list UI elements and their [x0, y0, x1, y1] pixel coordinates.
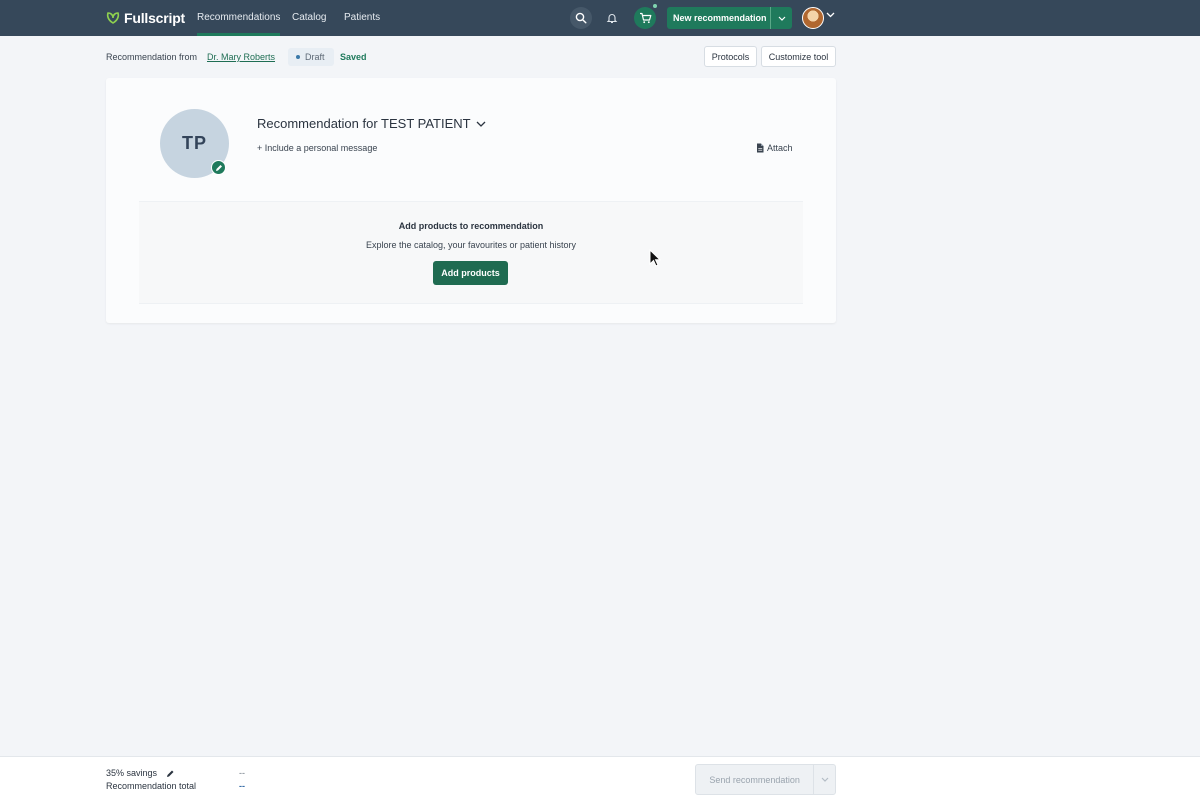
recommendation-card: TP Recommendation for TEST PATIENT + Inc…	[106, 78, 836, 323]
status-text: Draft	[305, 52, 325, 62]
logo[interactable]: Fullscript	[106, 0, 185, 36]
recommendation-total-label: Recommendation total	[106, 781, 197, 791]
recommendation-from-label: Recommendation from	[106, 52, 198, 62]
search-button[interactable]	[570, 7, 592, 29]
practitioner-link[interactable]: Dr. Mary Roberts	[207, 52, 275, 62]
leaf-logo-icon	[106, 12, 120, 24]
cart-icon	[639, 12, 651, 24]
customize-tool-button[interactable]: Customize tool	[761, 46, 836, 67]
send-options-dropdown[interactable]	[813, 765, 835, 794]
nav-recommendations[interactable]: Recommendations	[197, 0, 281, 36]
savings-label: 35% savings	[106, 768, 158, 778]
add-products-button[interactable]: Add products	[433, 261, 508, 285]
search-icon	[575, 12, 587, 24]
recommendation-title-text: Recommendation for TEST PATIENT	[257, 116, 471, 131]
chevron-down-icon	[476, 121, 486, 127]
save-state: Saved	[340, 52, 367, 62]
edit-patient-button[interactable]	[211, 160, 226, 175]
nav-catalog[interactable]: Catalog	[292, 0, 326, 36]
protocols-button[interactable]: Protocols	[704, 46, 757, 67]
pencil-icon[interactable]	[166, 769, 175, 778]
cart-button[interactable]	[634, 7, 656, 29]
document-icon	[757, 143, 764, 153]
bell-icon	[606, 14, 618, 24]
add-products-subtitle: Explore the catalog, your favourites or …	[365, 240, 577, 250]
nav-patients[interactable]: Patients	[344, 0, 380, 36]
send-recommendation-label: Send recommendation	[709, 774, 800, 785]
savings-value: --	[239, 768, 245, 778]
savings-row: 35% savings	[106, 768, 175, 778]
new-recommendation-dropdown[interactable]	[770, 7, 792, 29]
brand-name: Fullscript	[124, 10, 186, 26]
include-personal-message-link[interactable]: + Include a personal message	[257, 143, 377, 153]
add-products-title: Add products to recommendation	[398, 221, 544, 231]
cart-badge	[653, 4, 657, 8]
recommendation-subheader: Recommendation from Dr. Mary Roberts Dra…	[106, 45, 836, 69]
chevron-down-icon[interactable]	[826, 12, 835, 18]
patient-initials: TP	[181, 133, 207, 153]
top-navigation: Fullscript Recommendations Catalog Patie…	[0, 0, 1200, 36]
chevron-down-icon	[821, 777, 829, 782]
new-recommendation-label: New recommendation	[673, 13, 767, 23]
send-recommendation-button[interactable]: Send recommendation	[695, 764, 836, 795]
chevron-down-icon	[778, 16, 785, 21]
user-avatar[interactable]	[802, 7, 824, 29]
attach-button[interactable]: Attach	[756, 143, 793, 153]
pencil-icon	[215, 164, 222, 171]
add-products-panel: Add products to recommendation Explore t…	[139, 201, 803, 304]
status-badge: Draft	[288, 48, 334, 66]
new-recommendation-button[interactable]: New recommendation	[667, 7, 792, 29]
mouse-cursor-icon	[649, 249, 661, 267]
status-dot-icon	[296, 55, 300, 59]
attach-label: Attach	[767, 143, 793, 153]
recommendation-total-value: --	[239, 781, 245, 791]
notifications-button[interactable]	[601, 7, 623, 29]
recommendation-title[interactable]: Recommendation for TEST PATIENT	[257, 116, 486, 131]
recommendation-footer: 35% savings -- Recommendation total -- S…	[0, 756, 1200, 800]
